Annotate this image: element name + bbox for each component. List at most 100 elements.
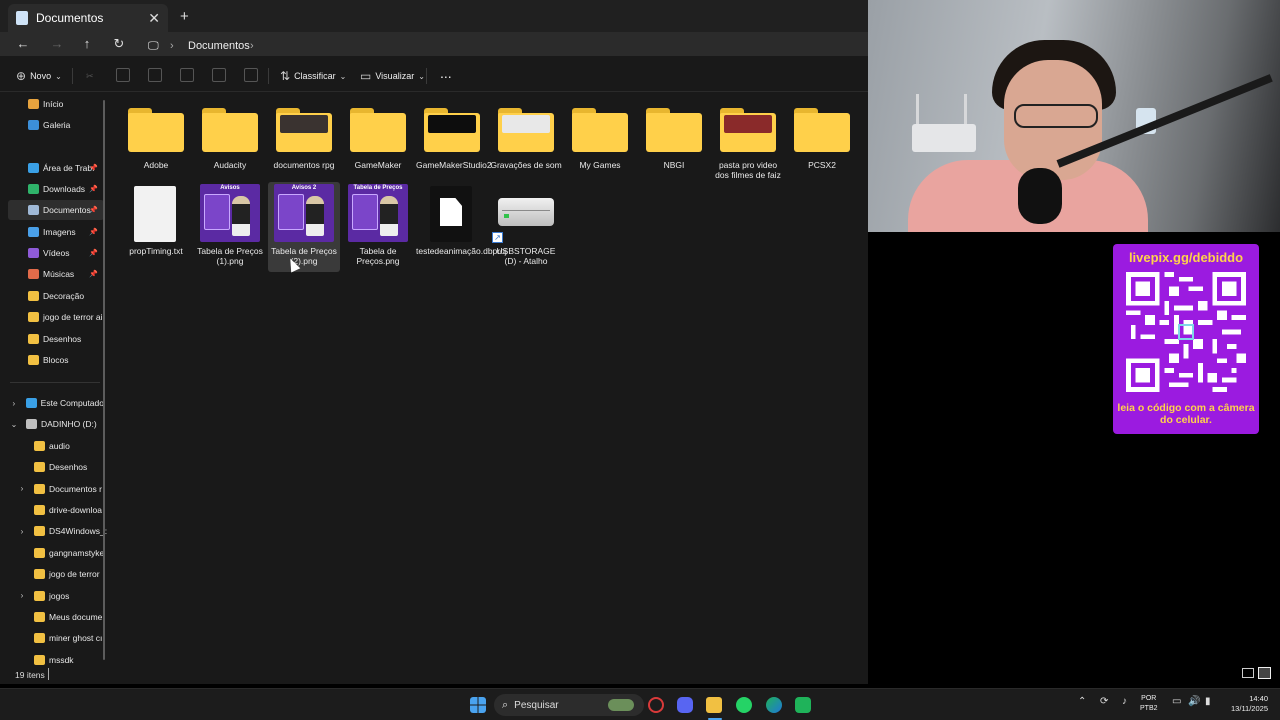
drive-icon xyxy=(26,419,37,430)
opera-gx-icon[interactable] xyxy=(648,697,664,713)
sidebar-item-label: jogo de terror ai xyxy=(43,312,103,322)
sidebar-item-label: Galeria xyxy=(43,120,71,130)
qr-code-icon xyxy=(1124,272,1248,392)
sidebar-item[interactable]: Vídeos 📌 xyxy=(8,243,104,263)
delete-icon[interactable] xyxy=(244,68,258,82)
copy-icon[interactable] xyxy=(116,68,130,82)
chevron-up-icon[interactable]: ⌃ xyxy=(1078,696,1086,707)
pin-icon: 📌 xyxy=(89,271,98,278)
sort-button[interactable]: ⇅ Classificar ⌄ xyxy=(280,67,346,85)
chevron-right-icon[interactable]: › xyxy=(16,527,28,536)
sidebar-item[interactable]: Galeria xyxy=(8,115,104,135)
tiles-view-icon[interactable] xyxy=(1258,667,1271,679)
navigation-pane-scrollbar[interactable] xyxy=(103,100,105,660)
tree-item-label: drive-downloa xyxy=(49,505,102,515)
tree-item[interactable]: ⌄ DADINHO (D:) xyxy=(8,414,104,434)
battery-icon[interactable]: ▮ xyxy=(1205,696,1211,707)
tree-item[interactable]: › Este Computado xyxy=(8,393,104,413)
chevron-right-icon[interactable]: › xyxy=(16,591,28,600)
sidebar-item[interactable]: Área de Trab. 📌 xyxy=(8,158,104,178)
refresh-icon[interactable]: ↻ xyxy=(108,34,130,54)
whatsapp-icon[interactable] xyxy=(736,697,752,713)
edge-icon[interactable] xyxy=(766,697,782,713)
divider xyxy=(10,382,100,383)
rename-icon[interactable] xyxy=(180,68,194,82)
breadcrumb-documentos[interactable]: Documentos xyxy=(188,37,250,55)
file-item[interactable]: ↗ USBSTORAGE (D) - Atalho xyxy=(490,182,562,272)
view-button[interactable]: ▭ Visualizar ⌄ xyxy=(360,67,425,85)
network-icon[interactable]: ▭ xyxy=(1172,696,1181,707)
sidebar-item[interactable]: Decoração xyxy=(8,286,104,306)
tree-item[interactable]: Desenhos xyxy=(16,457,112,477)
file-item[interactable]: testedeanimação.dbproj xyxy=(416,182,507,272)
sidebar-item[interactable]: Desenhos xyxy=(8,329,104,349)
taskbar-search[interactable]: ⌕ Pesquisar xyxy=(494,694,644,716)
file-name: pasta pro video dos filmes de faiz xyxy=(715,160,781,180)
sidebar-item[interactable]: jogo de terror ai xyxy=(8,307,104,327)
pin-icon: 📌 xyxy=(89,207,98,214)
new-tab-button[interactable]: + xyxy=(180,8,189,25)
more-options-button[interactable]: ... xyxy=(440,64,452,82)
chevron-right-icon[interactable]: › xyxy=(16,484,28,493)
file-item[interactable]: Avisos 2 Tabela de Preços (2).png xyxy=(268,182,340,272)
sync-icon[interactable]: ⟳ xyxy=(1100,696,1108,707)
tree-item[interactable]: › jogos xyxy=(16,586,112,606)
chevron-right-icon[interactable]: › xyxy=(250,37,254,55)
sidebar-item[interactable]: Início xyxy=(8,94,104,114)
sort-label: Classificar xyxy=(294,71,336,81)
up-arrow-icon[interactable]: ↑ xyxy=(76,34,98,54)
volume-icon[interactable]: 🔊 xyxy=(1188,696,1200,707)
file-item[interactable]: NBGI xyxy=(638,98,710,188)
start-windows-icon[interactable] xyxy=(470,697,486,713)
file-item[interactable]: GameMaker xyxy=(342,98,414,188)
input-language[interactable]: POR PTB2 xyxy=(1140,694,1158,714)
file-item[interactable]: Adobe xyxy=(120,98,192,188)
tree-item[interactable]: jogo de terror xyxy=(16,564,112,584)
sidebar-item[interactable]: Imagens 📌 xyxy=(8,222,104,242)
file-item[interactable]: My Games xyxy=(564,98,636,188)
new-button[interactable]: ⊕ Novo ⌄ xyxy=(16,67,62,85)
tree-item[interactable]: Meus docume xyxy=(16,607,112,627)
file-item[interactable]: GameMakerStudio2 xyxy=(416,98,492,188)
file-item[interactable]: propTiming.txt xyxy=(120,182,192,272)
sidebar-item[interactable]: Blocos xyxy=(8,350,104,370)
game-app-icon[interactable] xyxy=(795,697,811,713)
paste-icon[interactable] xyxy=(148,68,162,82)
tree-item[interactable]: audio xyxy=(16,436,112,456)
tree-item-label: audio xyxy=(49,440,70,451)
address-bar[interactable]: 🖵 › Documentos › xyxy=(140,34,868,54)
back-arrow-icon[interactable]: ← xyxy=(12,34,34,54)
router-antenna xyxy=(916,94,919,128)
tree-item[interactable]: drive-downloa xyxy=(16,500,112,520)
cut-icon[interactable]: ✂ xyxy=(86,67,94,85)
sidebar-item[interactable]: Documentos 📌 xyxy=(8,200,104,220)
tree-item[interactable]: miner ghost cı xyxy=(16,628,112,648)
share-icon[interactable] xyxy=(212,68,226,82)
details-view-icon[interactable] xyxy=(1242,668,1254,678)
tree-item[interactable]: › Documentos r xyxy=(16,479,112,499)
tree-item-label: jogo de terror xyxy=(49,569,100,580)
file-item[interactable]: pasta pro video dos filmes de faiz xyxy=(712,98,784,188)
tree-item[interactable]: › DS4Windows_: xyxy=(16,521,112,541)
file-explorer-icon[interactable] xyxy=(706,697,722,713)
file-item[interactable]: Audacity xyxy=(194,98,266,188)
file-item[interactable]: PCSX2 xyxy=(786,98,858,188)
sidebar-item[interactable]: Músicas 📌 xyxy=(8,264,104,284)
chevron-right-icon[interactable]: › xyxy=(8,399,20,408)
monitor-icon[interactable]: 🖵 xyxy=(148,37,159,55)
forward-arrow-icon[interactable]: → xyxy=(46,34,68,54)
chevron-down-icon[interactable]: ⌄ xyxy=(8,420,20,429)
microphone-icon[interactable]: ♪ xyxy=(1122,696,1127,707)
tab-documentos[interactable]: Documentos ✕ xyxy=(8,4,168,32)
sidebar-item[interactable]: Downloads 📌 xyxy=(8,179,104,199)
file-item[interactable]: documentos rpg xyxy=(268,98,340,188)
file-item[interactable]: Gravações de som xyxy=(490,98,562,188)
discord-icon[interactable] xyxy=(677,697,693,713)
system-clock[interactable]: 14:40 13/11/2025 xyxy=(1226,694,1268,714)
file-item[interactable]: Tabela de Preços Tabela de Preços.png xyxy=(342,182,414,272)
file-name: NBGI xyxy=(663,160,685,170)
close-tab-icon[interactable]: ✕ xyxy=(148,10,160,27)
tree-item[interactable]: gangnamstyke xyxy=(16,543,112,563)
file-item[interactable]: Avisos Tabela de Preços (1).png xyxy=(194,182,266,272)
sidebar-item-label: Área de Trab. xyxy=(43,163,95,173)
